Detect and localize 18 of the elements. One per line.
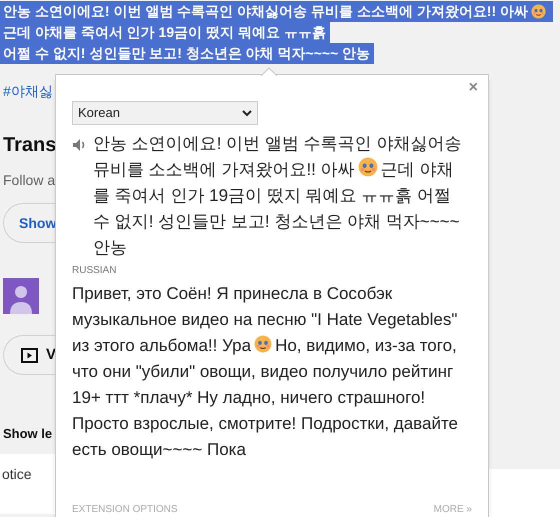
teary-face-icon bbox=[358, 157, 378, 177]
play-icon bbox=[21, 348, 38, 362]
selected-text-line: 안농 소연이에요! 이번 앨범 수록곡인 야채싫어송 뮤비를 소소백에 가져왔어요!! 아싸 bbox=[3, 2, 528, 21]
chevron-down-icon bbox=[242, 110, 252, 116]
close-button[interactable]: × bbox=[468, 80, 478, 96]
section-title: Trans bbox=[3, 133, 56, 158]
language-select[interactable]: Korean bbox=[72, 101, 258, 125]
hashtag-link[interactable]: #야채싫 bbox=[3, 81, 53, 102]
target-language-label: RUSSIAN bbox=[72, 264, 118, 278]
notice-text: otice bbox=[2, 464, 33, 484]
source-text: 안농 소연이에요! 이번 앨범 수록곡인 야채싫어송 뮤비를 소소백에 가져왔어요!! 아싸 근데 야채를 죽여서 인가 19금이 떴지 뭐예요 ㅠㅠ흙 어쩔 수 없지! 성인들만 보고! 청소년은 야채 먹자~~~~ 안농 bbox=[93, 133, 462, 259]
selected-text-line: 어쩔 수 없지! 성인들만 보고! 청소년은 야채 먹자~~~~ 안농 bbox=[3, 44, 370, 63]
selected-text-line: 근데 야채를 죽여서 인가 19금이 떴지 뭐예요 ㅠㅠ흙 bbox=[3, 23, 326, 42]
avatar-icon bbox=[3, 278, 39, 314]
teary-face-icon bbox=[254, 335, 272, 353]
section-subtitle: Follow a bbox=[3, 171, 56, 190]
show-less-link[interactable]: Show le bbox=[3, 424, 52, 444]
translated-text: Привет, это Соён! Я принесла в Сособэк музыкальное видео на песню "I Hate Vegetables" из этого альбома!! Ура Но, видимо, из-за того, что они "убили" овощи, видео получило рейтинг 19+ ттт *плачу* Ну ладно, ничего страшного! Просто взрослые, смотрите! Подростки, давайте есть овощи~~~~ Пока bbox=[72, 283, 459, 461]
